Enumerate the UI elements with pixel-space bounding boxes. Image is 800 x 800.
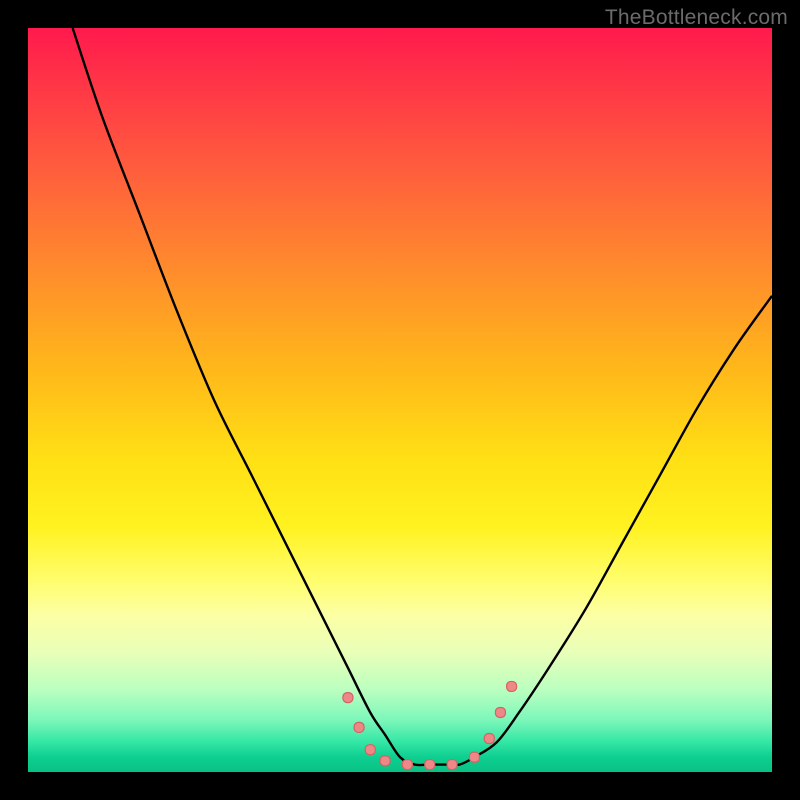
data-marker: [402, 760, 412, 770]
chart-frame: TheBottleneck.com: [0, 0, 800, 800]
data-marker: [469, 752, 479, 762]
markers-group: [343, 681, 517, 769]
data-marker: [380, 756, 390, 766]
curve-svg: [28, 28, 772, 772]
watermark-text: TheBottleneck.com: [605, 6, 788, 30]
data-marker: [495, 707, 505, 717]
data-marker: [447, 760, 457, 770]
bottleneck-curve: [73, 28, 772, 765]
data-marker: [365, 745, 375, 755]
data-marker: [484, 734, 494, 744]
data-marker: [354, 722, 364, 732]
data-marker: [343, 693, 353, 703]
data-marker: [425, 760, 435, 770]
data-marker: [507, 681, 517, 691]
plot-area: [28, 28, 772, 772]
